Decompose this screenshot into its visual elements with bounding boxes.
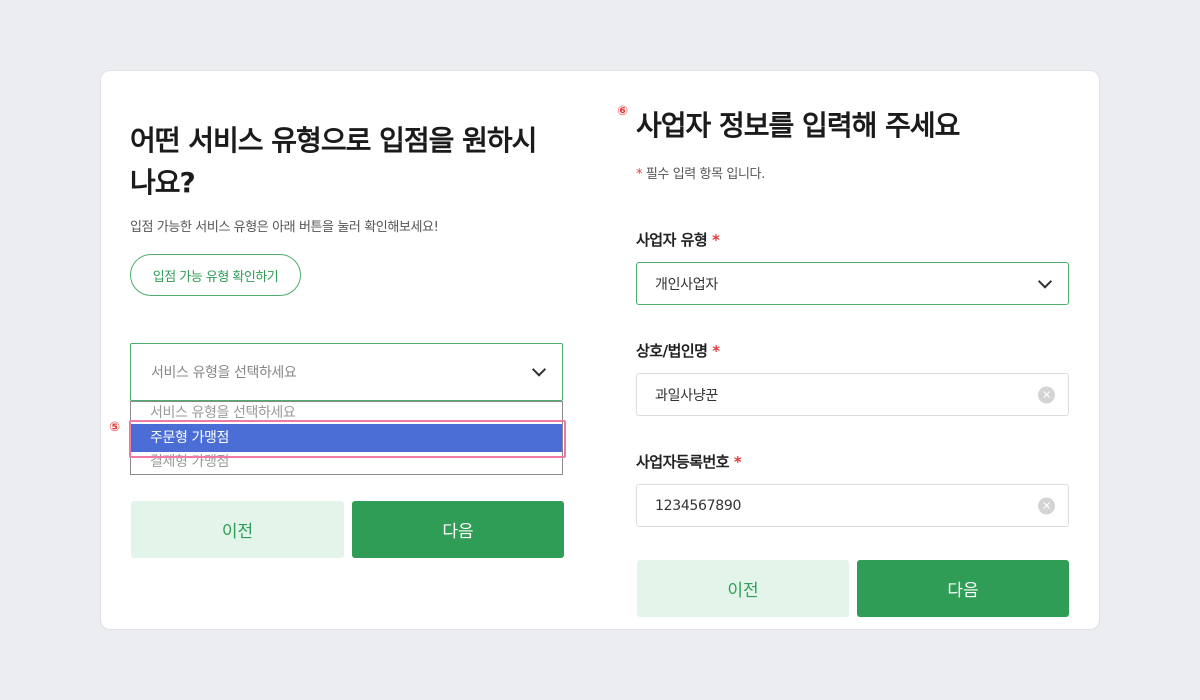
required-star: * (733, 453, 742, 471)
prev-button-left[interactable]: 이전 (131, 501, 344, 558)
chevron-down-icon (531, 362, 547, 377)
business-type-value: 개인사업자 (655, 276, 718, 293)
prev-button-right[interactable]: 이전 (637, 560, 849, 617)
service-type-dropdown-list: 서비스 유형을 선택하세요 주문형 가맹점 결제형 가맹점 (130, 401, 563, 475)
dropdown-option-placeholder[interactable]: 서비스 유형을 선택하세요 (131, 402, 562, 424)
step-marker-6: ⑥ (617, 104, 629, 119)
step-marker-5: ⑤ (109, 420, 121, 435)
dropdown-option-order-merchant[interactable]: 주문형 가맹점 (131, 424, 562, 452)
required-star: * (712, 342, 720, 360)
business-number-input[interactable]: 1234567890 ✕ (636, 484, 1069, 527)
next-button-left[interactable]: 다음 (352, 501, 564, 558)
service-type-select[interactable]: 서비스 유형을 선택하세요 (130, 343, 563, 401)
next-button-right[interactable]: 다음 (857, 560, 1069, 617)
select-value: 서비스 유형을 선택하세요 (151, 365, 297, 381)
clear-icon[interactable]: ✕ (1038, 386, 1055, 403)
check-available-types-button[interactable]: 입점 가능 유형 확인하기 (130, 254, 301, 296)
company-name-input[interactable]: 과일사냥꾼 ✕ (636, 373, 1069, 416)
company-name-label: 상호/법인명 * (636, 342, 720, 360)
company-name-value: 과일사냥꾼 (655, 387, 718, 404)
business-info-title: 사업자 정보를 입력해 주세요 (636, 109, 960, 142)
required-star: * (636, 167, 643, 182)
clear-icon[interactable]: ✕ (1038, 497, 1055, 514)
chevron-down-icon (1037, 273, 1053, 289)
service-type-title: 어떤 서비스 유형으로 입점을 원하시나요? (130, 124, 537, 199)
business-type-select[interactable]: 개인사업자 (636, 262, 1069, 305)
business-type-label: 사업자 유형 * (636, 231, 720, 249)
required-note: * 필수 입력 항목 입니다. (636, 163, 765, 182)
required-note-text: 필수 입력 항목 입니다. (645, 167, 765, 182)
business-number-label: 사업자등록번호 * (636, 453, 742, 471)
business-number-value: 1234567890 (655, 497, 742, 514)
service-type-subtitle: 입점 가능한 서비스 유형은 아래 버튼을 눌러 확인해보세요! (130, 220, 439, 235)
required-star: * (711, 231, 720, 249)
dropdown-option-payment-merchant[interactable]: 결제형 가맹점 (131, 452, 562, 474)
